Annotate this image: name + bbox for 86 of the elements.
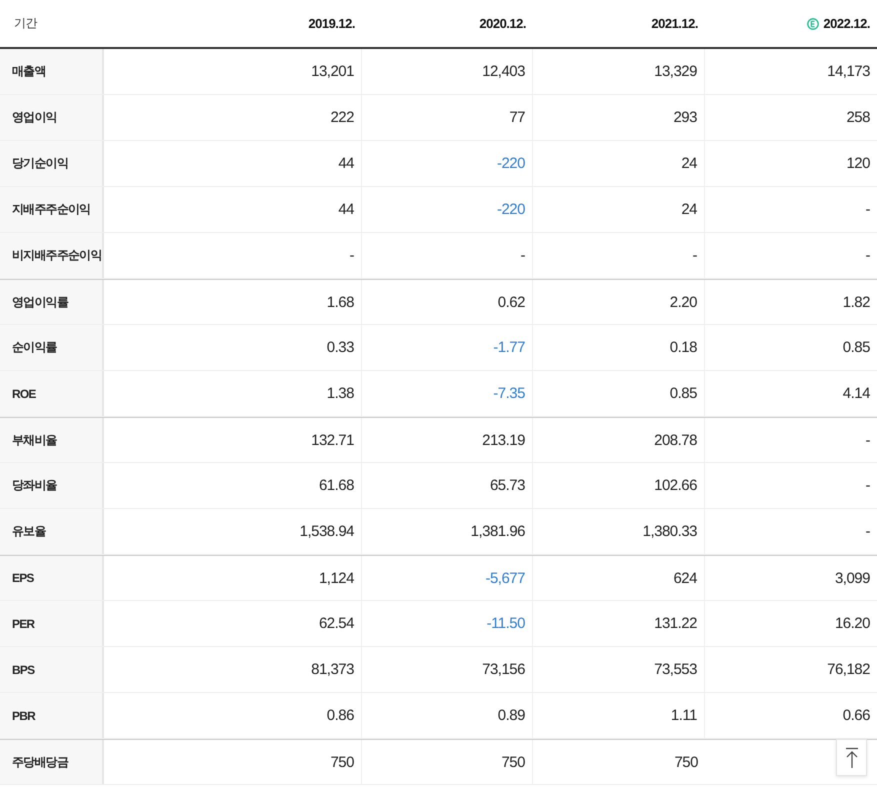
table-cell: 77 — [509, 109, 525, 126]
table-cell: -11.50 — [486, 615, 525, 632]
table-cell: - — [866, 477, 870, 494]
table-cell: 62.54 — [318, 615, 354, 632]
table-cell: 293 — [673, 109, 697, 126]
table-cell: 1.11 — [670, 707, 697, 724]
table-cell: 76,182 — [827, 661, 870, 678]
table-cell: 81,373 — [311, 661, 354, 678]
table-cell: 65.73 — [490, 477, 525, 494]
column-header: 2022.12. — [823, 16, 870, 31]
table-cell: 0.66 — [842, 707, 870, 724]
table-cell: - — [866, 247, 870, 264]
table-cell: 73,553 — [654, 661, 697, 678]
table-cell: -220 — [496, 201, 525, 218]
table-cell: 12,403 — [482, 63, 525, 80]
table-cell: 4.14 — [842, 385, 870, 402]
row-label: 매출액 — [0, 49, 104, 94]
table-cell: 1.82 — [842, 294, 870, 310]
table-cell: 13,329 — [654, 63, 697, 80]
row-label: 영업이익 — [0, 95, 104, 140]
table-cell: - — [866, 432, 870, 448]
table-cell: 750 — [501, 754, 525, 770]
table-cell: - — [350, 247, 354, 264]
table-cell: -7.35 — [493, 385, 525, 402]
row-label: 유보율 — [0, 509, 104, 554]
table-cell: 14,173 — [827, 63, 870, 80]
row-label: PBR — [0, 693, 104, 738]
row-label: 주당배당금 — [0, 740, 104, 784]
table-cell: 624 — [673, 570, 697, 586]
table-cell: 120 — [846, 155, 870, 172]
table-cell: 0.18 — [670, 339, 697, 356]
row-label: 부채비율 — [0, 418, 104, 462]
table-cell: -5,677 — [485, 570, 525, 586]
table-cell: - — [866, 523, 870, 540]
table-cell: 16.20 — [834, 615, 870, 632]
table-cell: 750 — [330, 754, 354, 770]
row-label: EPS — [0, 556, 104, 600]
table-cell: 44 — [338, 201, 354, 218]
arrow-up-icon — [844, 746, 858, 768]
table-cell: 44 — [338, 155, 354, 172]
table-cell: 1,380.33 — [642, 523, 697, 540]
table-cell: 73,156 — [482, 661, 525, 678]
table-cell: 102.66 — [654, 477, 697, 494]
table-cell: 0.85 — [842, 339, 870, 356]
row-label: 비지배주주순이익 — [0, 233, 104, 278]
table-cell: 0.85 — [670, 385, 697, 402]
table-cell: 750 — [674, 754, 698, 770]
table-cell: 1.68 — [326, 294, 354, 310]
row-label: ROE — [0, 371, 104, 416]
table-cell: 208.78 — [654, 432, 697, 448]
table-cell: 24 — [681, 155, 697, 172]
table-cell: 132.71 — [311, 432, 354, 448]
table-cell: 0.89 — [498, 707, 525, 724]
column-header: 2019.12. — [308, 16, 355, 31]
table-cell: 131.22 — [654, 615, 697, 632]
row-label: 순이익률 — [0, 325, 104, 370]
row-label: 영업이익률 — [0, 280, 104, 324]
column-header: 2021.12. — [651, 16, 698, 31]
table-cell: 61.68 — [318, 477, 354, 494]
table-cell: -220 — [496, 155, 525, 172]
scroll-top-button[interactable] — [836, 739, 867, 776]
table-cell: 2.20 — [670, 294, 697, 310]
table-cell: - — [866, 201, 870, 218]
column-header: 기간 — [14, 15, 37, 32]
table-cell: 213.19 — [482, 432, 525, 448]
table-cell: 1,381.96 — [470, 523, 525, 540]
table-cell: - — [692, 247, 697, 264]
table-cell: -1.77 — [493, 339, 525, 356]
row-label: BPS — [0, 647, 104, 692]
table-cell: 222 — [330, 109, 354, 126]
table-cell: 258 — [846, 109, 870, 126]
table-cell: 13,201 — [311, 63, 354, 80]
row-label: 당좌비율 — [0, 463, 104, 508]
row-label: 지배주주순이익 — [0, 187, 104, 232]
table-cell: 1,124 — [318, 570, 354, 586]
table-cell: 0.62 — [498, 294, 525, 310]
table-cell: 0.33 — [326, 339, 354, 356]
table-cell: 0.86 — [326, 707, 354, 724]
row-label: 당기순이익 — [0, 141, 104, 186]
table-cell: 1,538.94 — [300, 523, 354, 540]
table-cell: - — [520, 247, 525, 264]
table-cell: 24 — [681, 201, 697, 218]
column-header: 2020.12. — [479, 16, 526, 31]
row-label: PER — [0, 601, 104, 646]
table-cell: 3,099 — [834, 570, 870, 586]
table-cell: 1.38 — [326, 385, 354, 402]
